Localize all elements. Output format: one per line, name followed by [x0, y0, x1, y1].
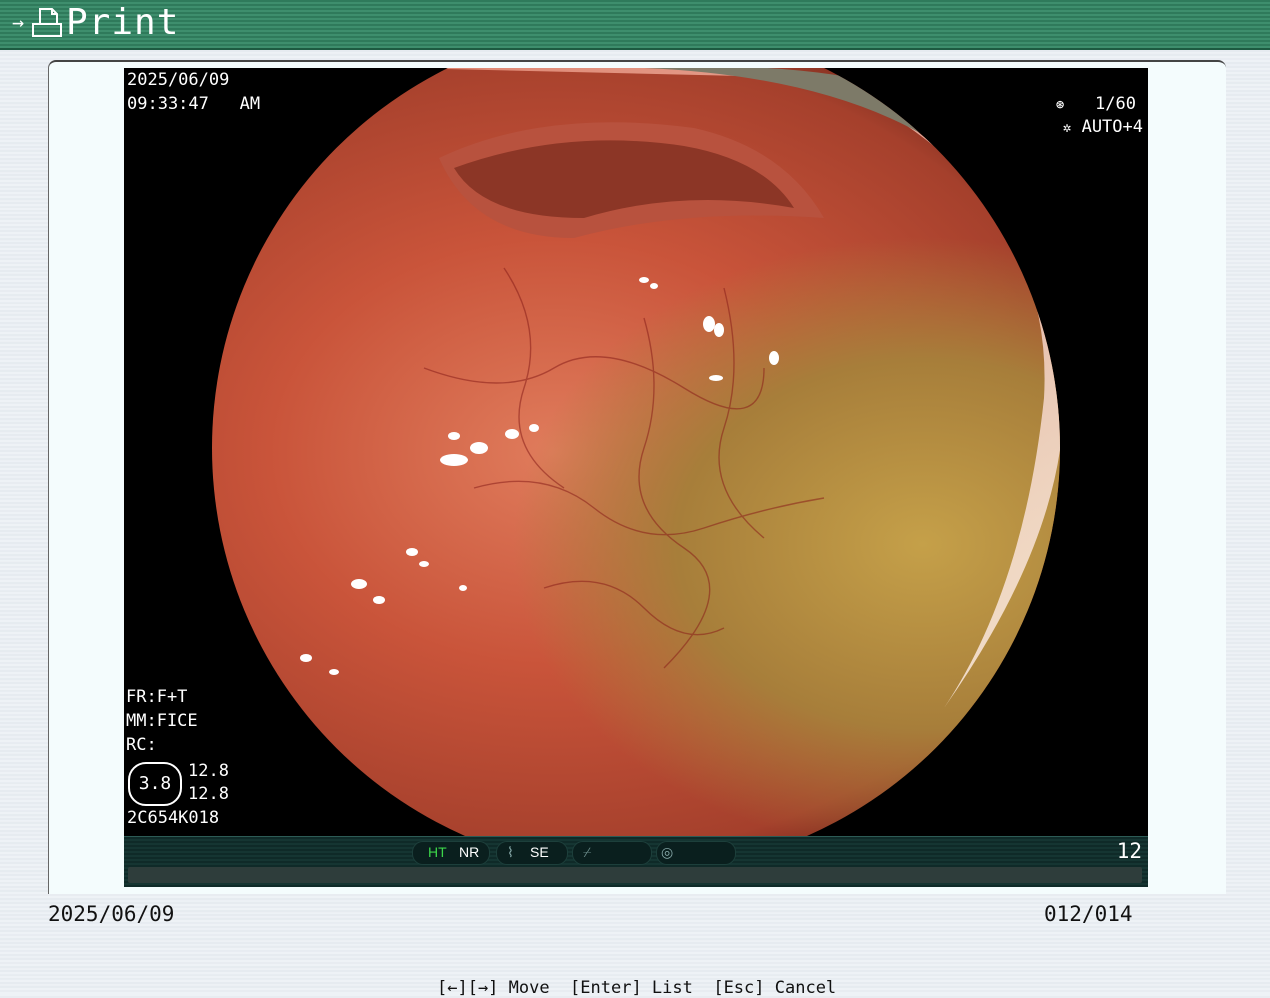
nr-indicator: NR [459, 844, 480, 860]
printer-icon [32, 8, 62, 37]
image-counter: 12 [1116, 839, 1142, 863]
se-pill: ⌇ SE [496, 841, 568, 865]
slash-icon: ⌿ [583, 844, 592, 860]
status-slot [128, 867, 1142, 883]
footer-date: 2025/06/09 [48, 902, 175, 926]
value-2: 12.8 [188, 784, 229, 804]
zoom-badge: 3.8 [128, 762, 182, 806]
fr-setting: FR:F+T [126, 687, 188, 707]
icon-pill: ◎ [656, 841, 736, 865]
ht-nr-pill: HT NR [412, 841, 490, 865]
image-date: 2025/06/09 [127, 70, 230, 90]
shutter-speed: ⊛ 1/60 [1055, 94, 1136, 114]
title-bar: → Print [0, 0, 1270, 50]
arrow-right-icon: → [12, 10, 25, 34]
image-time: 09:33:47 AM [127, 94, 261, 114]
iris-icon: ✲ [1062, 120, 1072, 136]
rc-setting: RC: [126, 735, 157, 755]
page-title: Print [66, 2, 180, 43]
image-status-bar: HT NR ⌇ SE ⌿ ◎ 12 [124, 836, 1148, 887]
shutter-icon: ⊛ [1055, 97, 1065, 113]
endoscope-image: 2025/06/09 09:33:47 AM ⊛ 1/60 ✲ AUTO+4 F… [124, 68, 1148, 836]
page-index: 012/014 [1044, 902, 1133, 926]
circle-icon: ◎ [661, 844, 674, 860]
key-help: [←][→] Move [Enter] List [Esc] Cancel [437, 978, 837, 998]
scope-serial: 2C654K018 [127, 808, 220, 828]
mm-setting: MM:FICE [126, 711, 198, 731]
edge-icon: ⌇ [507, 844, 514, 860]
value-1: 12.8 [188, 761, 229, 781]
slot-pill: ⌿ [572, 841, 652, 865]
ht-indicator: HT [428, 844, 447, 860]
endoscopy-photo [212, 68, 1060, 836]
exposure-mode: ✲ AUTO+4 [1062, 117, 1143, 137]
se-indicator: SE [530, 844, 549, 860]
